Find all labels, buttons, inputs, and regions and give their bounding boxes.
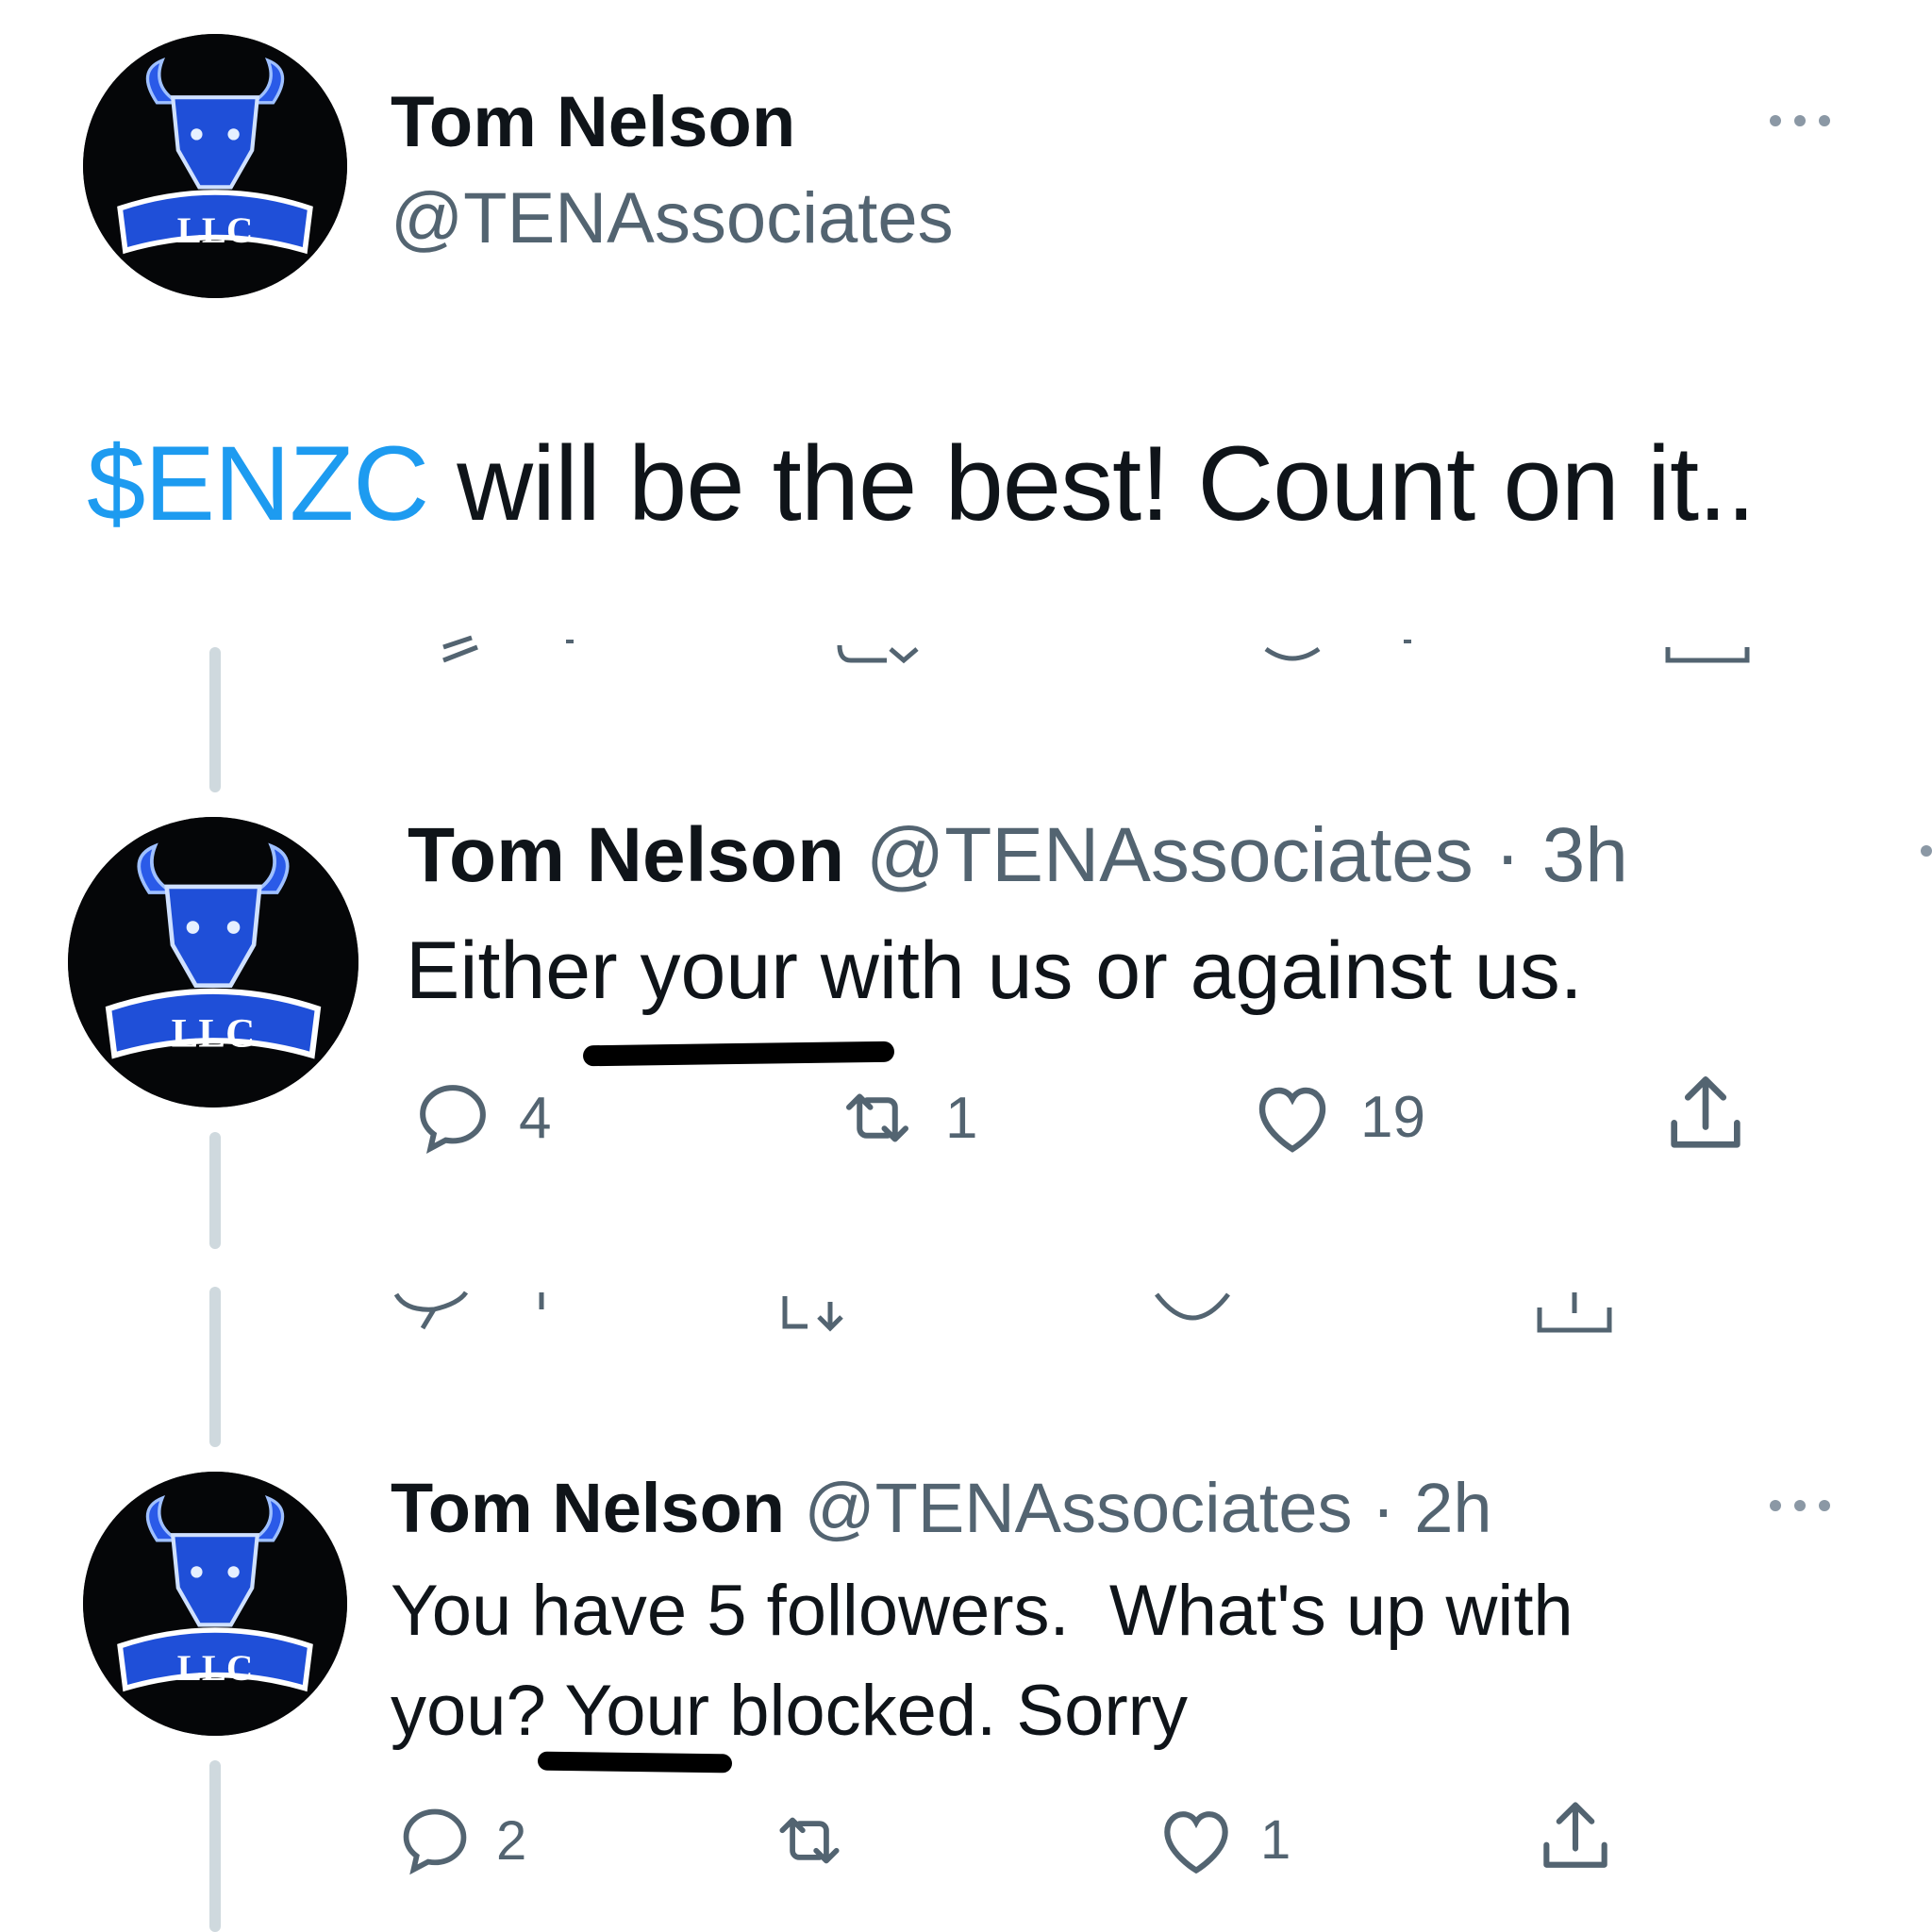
cashtag-link[interactable]: $ENZC [87,425,429,542]
timestamp[interactable]: · 3h [1495,812,1628,898]
text-segment: blocked. Sorry [709,1671,1188,1751]
annotation-underline [537,1751,733,1774]
avatar[interactable]: LLC [68,817,358,1108]
tweet-text: Either your with us or against us. [406,925,1583,1016]
logo-text: LLC [177,1648,254,1689]
bull-logo-icon: LLC [68,817,358,1108]
cropped-action-row [0,1283,1932,1340]
author-handle[interactable]: @TENAssociates [391,177,954,259]
reply-icon [403,1808,467,1875]
cropped-edge-dot [1921,845,1932,857]
author-name[interactable]: Tom Nelson [408,812,844,898]
bull-logo-icon: LLC [83,34,347,298]
annotation-underline [582,1041,895,1067]
retweet-icon [846,1093,908,1142]
avatar[interactable]: LLC [83,1472,347,1736]
thread-line [209,647,221,792]
reply-count: 2 [496,1809,527,1872]
reply-header: Tom Nelson @TENAssociates · 3h [408,811,1628,900]
reply-button[interactable]: 4 [408,1075,551,1160]
logo-text: LLC [172,1011,256,1056]
tweet-text: $ENZC will be the best! Count on it.. [87,423,1756,544]
heart-icon [1258,1087,1326,1153]
thread-line [209,1760,221,1932]
more-options-icon[interactable] [1770,1494,1845,1517]
logo-text: LLC [177,210,254,251]
author-handle[interactable]: @TENAssociates [805,1469,1353,1547]
text-segment: you? [391,1671,565,1751]
tweet-text-line-1: You have 5 followers. What's up with [391,1571,1574,1651]
like-count: 19 [1360,1084,1425,1150]
reply-header: Tom Nelson @TENAssociates · 2h [391,1468,1492,1548]
like-button[interactable]: 1 [1153,1796,1291,1883]
more-options-icon[interactable] [1770,109,1845,132]
avatar[interactable]: LLC [83,34,347,298]
retweet-icon [779,1817,840,1864]
tweet-text-line-2: you? Your blocked. Sorry [391,1670,1188,1752]
share-button[interactable] [1658,1068,1753,1162]
thread-line [209,1132,221,1249]
share-button[interactable] [1532,1794,1619,1881]
like-count: 1 [1260,1808,1291,1871]
cropped-icons [393,1291,1612,1333]
text-segment: Your [564,1671,710,1751]
cropped-action-row [0,623,1932,670]
share-icon [1543,1802,1607,1868]
reply-icon [420,1085,486,1154]
author-name[interactable]: Tom Nelson [391,81,795,163]
reply-button[interactable]: 2 [394,1800,526,1881]
cropped-icons [442,635,1750,664]
retweet-button[interactable] [764,1800,875,1881]
timestamp[interactable]: · 2h [1372,1469,1492,1547]
bull-logo-icon: LLC [83,1472,347,1736]
tweet-text-body: will be the best! Count on it.. [428,425,1756,542]
author-name[interactable]: Tom Nelson [391,1469,785,1547]
share-icon [1671,1076,1740,1148]
reply-count: 4 [519,1085,552,1151]
retweet-count: 1 [945,1085,978,1151]
retweet-button[interactable]: 1 [830,1075,977,1160]
heart-icon [1164,1811,1228,1874]
author-handle[interactable]: @TENAssociates [866,812,1474,898]
like-button[interactable]: 19 [1245,1072,1425,1162]
